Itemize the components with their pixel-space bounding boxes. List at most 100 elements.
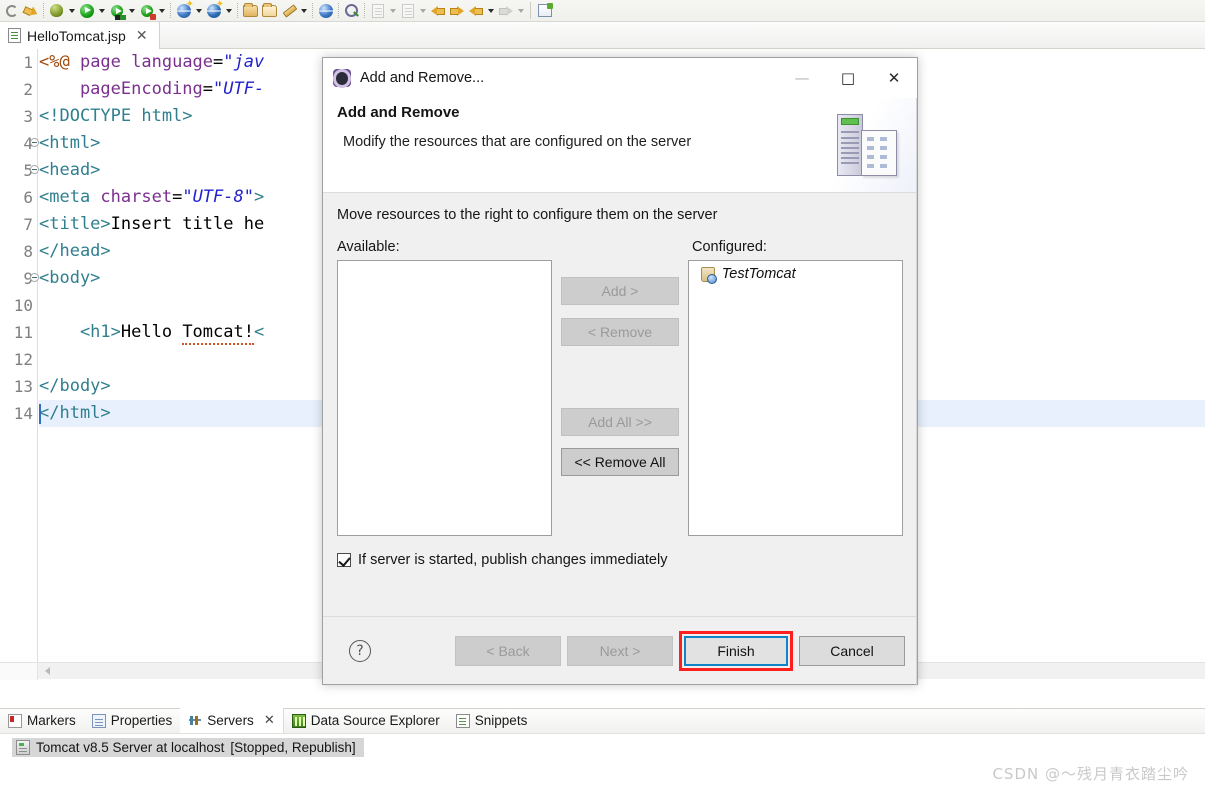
- code-token: pageEncoding: [39, 79, 203, 99]
- editor-tab-label: HelloTomcat.jsp: [27, 27, 126, 44]
- back-button: < Back: [455, 635, 561, 666]
- code-token: <%@: [39, 52, 80, 72]
- toolbar-button-run-stop[interactable]: [137, 1, 156, 21]
- publish-immediately-row[interactable]: If server is started, publish changes im…: [337, 552, 903, 568]
- toolbar-button-debug[interactable]: [47, 1, 66, 21]
- forward-dropdown-arrow[interactable]: [515, 2, 526, 20]
- view-tab-label: Servers: [207, 713, 254, 728]
- server-and-document-icon: [825, 98, 917, 192]
- toolbar-separator: [43, 3, 44, 18]
- dialog-footer: ? < Back Next > Finish Cancel: [323, 616, 917, 684]
- view-tab-servers[interactable]: Servers ✕: [180, 708, 284, 733]
- toolbar-button-forward[interactable]: [496, 1, 515, 21]
- toolbar-button-open-folder-alt[interactable]: [260, 1, 279, 21]
- view-tab-label: Snippets: [474, 713, 528, 728]
- code-token: =: [202, 79, 214, 99]
- highlight-annotation-box: Finish: [679, 630, 793, 671]
- toolbar-button-back-star[interactable]: [428, 1, 447, 21]
- cancel-button[interactable]: Cancel: [799, 635, 905, 666]
- view-tab-label: Markers: [27, 713, 76, 728]
- line-number: 4: [0, 130, 39, 157]
- finish-button[interactable]: Finish: [684, 635, 788, 666]
- browser-globe-icon: [316, 2, 335, 20]
- run-dropdown-arrow[interactable]: [96, 2, 107, 20]
- view-tab-data-source-explorer[interactable]: Data Source Explorer: [284, 708, 448, 733]
- eclipse-ide-window: ✦ ✦ HelloTomcat.jsp ✕ 1 2 3 4 5 6 7 8 9 …: [0, 0, 1205, 795]
- line-number: 9: [0, 265, 39, 292]
- minimize-icon[interactable]: —: [779, 58, 825, 98]
- toolbar-separator: [530, 2, 531, 19]
- document-shape: [861, 130, 897, 176]
- code-token: >: [253, 187, 265, 207]
- new-web-project-dropdown-arrow[interactable]: [193, 2, 204, 20]
- toolbar-button-edit[interactable]: [279, 1, 298, 21]
- run-server-icon: [107, 2, 126, 20]
- fold-collapse-icon[interactable]: [30, 138, 39, 147]
- toolbar-button-run[interactable]: [77, 1, 96, 21]
- view-tab-properties[interactable]: Properties: [84, 708, 181, 733]
- code-token: "UTF-8": [182, 187, 254, 207]
- toolbar-button-run-server[interactable]: [107, 1, 126, 21]
- toolbar-button-link[interactable]: [2, 1, 21, 21]
- publish-immediately-checkbox[interactable]: [337, 553, 351, 567]
- available-label: Available:: [337, 239, 400, 255]
- line-number: 10: [13, 296, 33, 315]
- help-icon[interactable]: ?: [349, 639, 371, 662]
- view-tab-markers[interactable]: Markers: [0, 708, 84, 733]
- back-arrow-icon: [466, 2, 485, 20]
- server-name-label: Tomcat v8.5 Server at localhost: [36, 740, 225, 755]
- toolbar-button-new-web-project[interactable]: ✦: [174, 0, 194, 21]
- back-star-icon: [428, 2, 447, 20]
- edit-pencil-icon: [279, 2, 298, 20]
- close-icon[interactable]: ✕: [871, 58, 917, 98]
- run-stop-dropdown-arrow[interactable]: [156, 2, 167, 20]
- scroll-left-icon[interactable]: [42, 666, 53, 677]
- edit-dropdown-arrow[interactable]: [298, 2, 309, 20]
- list-item[interactable]: TestTomcat: [689, 261, 902, 284]
- document-import-dropdown-arrow[interactable]: [417, 2, 428, 20]
- toolbar-button-browser[interactable]: [316, 1, 335, 21]
- toolbar-button-new-dynamic-project[interactable]: ✦: [204, 0, 224, 21]
- close-icon[interactable]: ✕: [136, 28, 148, 44]
- back-dropdown-arrow[interactable]: [485, 2, 496, 20]
- configured-list[interactable]: TestTomcat: [687, 260, 903, 536]
- close-icon[interactable]: ✕: [264, 713, 275, 728]
- code-token: Insert title he: [110, 214, 265, 234]
- fold-collapse-icon[interactable]: [30, 165, 39, 174]
- toolbar-button-search-run[interactable]: [342, 1, 361, 21]
- toolbar-button-document-import[interactable]: [398, 1, 417, 21]
- view-tab-snippets[interactable]: Snippets: [448, 708, 536, 733]
- bottom-view-tabs: Markers Properties Servers ✕ Data Source Exp…: [0, 708, 1205, 733]
- add-and-remove-dialog: Add and Remove... — □ ✕ Add and Remove M…: [322, 57, 918, 686]
- available-list[interactable]: [337, 260, 553, 536]
- toolbar-button-new-window[interactable]: [535, 1, 554, 21]
- transfer-button-remove-all[interactable]: << Remove All: [560, 448, 679, 476]
- scrollbar-corner: [0, 663, 38, 680]
- document-export-dropdown-arrow[interactable]: [387, 2, 398, 20]
- editor-tab-hellotomcat[interactable]: HelloTomcat.jsp ✕: [0, 22, 160, 49]
- toolbar-button-back[interactable]: [466, 1, 485, 21]
- list-labels-row: Available: Configured:: [337, 239, 903, 255]
- document-export-icon: [368, 2, 387, 20]
- settings-gear-icon: [333, 69, 351, 87]
- run-server-dropdown-arrow[interactable]: [126, 2, 137, 20]
- code-token: <meta: [39, 187, 101, 207]
- search-run-icon: [342, 2, 361, 20]
- line-number: 14: [13, 404, 33, 423]
- fold-collapse-icon[interactable]: [30, 273, 39, 282]
- debug-dropdown-arrow[interactable]: [66, 2, 77, 20]
- toolbar-button-forward-star[interactable]: [447, 1, 466, 21]
- toolbar-button-external-tools[interactable]: [21, 1, 40, 21]
- toolbar-button-document-export[interactable]: [368, 1, 387, 21]
- maximize-icon[interactable]: □: [825, 58, 871, 98]
- code-token: Hello: [120, 322, 183, 342]
- line-number: 11: [13, 323, 33, 342]
- server-list-item[interactable]: Tomcat v8.5 Server at localhost [Stopped…: [12, 738, 364, 757]
- new-dynamic-project-dropdown-arrow[interactable]: [223, 2, 234, 20]
- debug-bug-icon: [47, 2, 66, 20]
- transfer-button-add: Add >: [560, 277, 679, 305]
- transfer-button-remove: < Remove: [560, 318, 679, 346]
- toolbar-button-open-folder[interactable]: [241, 1, 260, 21]
- window-controls: — □ ✕: [779, 58, 917, 98]
- new-web-project-icon: ✦: [174, 0, 194, 20]
